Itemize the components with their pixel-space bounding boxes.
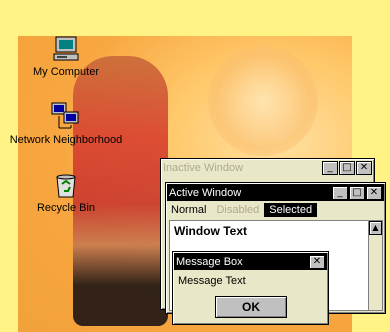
menu-item-disabled: Disabled (216, 204, 260, 216)
desktop-icon-network-neighborhood[interactable]: Network Neighborhood (2, 100, 130, 146)
maximize-button[interactable]: □ (349, 185, 365, 200)
inactive-window-titlebar[interactable]: Inactive Window _ □ ✕ (161, 159, 374, 176)
computer-icon (53, 36, 79, 61)
network-icon (51, 102, 79, 129)
wallpaper-face (208, 46, 318, 156)
desktop-icon-my-computer[interactable]: My Computer (28, 34, 104, 78)
maximize-button[interactable]: □ (339, 160, 355, 175)
close-button[interactable]: ✕ (356, 160, 372, 175)
scroll-up-icon[interactable]: ▲ (369, 221, 382, 235)
desktop-icon-label: My Computer (32, 66, 100, 78)
message-box[interactable]: Message Box ✕ Message Text OK (172, 251, 329, 325)
inactive-window-title: Inactive Window (163, 161, 244, 174)
close-button[interactable]: ✕ (309, 254, 325, 269)
message-text: Message Text (178, 275, 246, 287)
vertical-scrollbar[interactable]: ▲ (368, 220, 383, 311)
menu-bar: Normal Disabled Selected (166, 202, 385, 218)
minimize-button[interactable]: _ (322, 160, 338, 175)
desktop-icon-recycle-bin[interactable]: Recycle Bin (30, 170, 102, 214)
active-window-titlebar[interactable]: Active Window _ □ ✕ (167, 184, 384, 201)
message-box-title: Message Box (176, 255, 243, 268)
menu-item-normal[interactable]: Normal (166, 203, 211, 217)
window-text: Window Text (174, 224, 247, 238)
menu-item-selected[interactable]: Selected (264, 203, 318, 217)
active-window-title: Active Window (169, 186, 242, 199)
ok-button[interactable]: OK (215, 296, 287, 318)
desktop-icon-label: Recycle Bin (36, 202, 96, 214)
recycle-bin-icon (56, 174, 76, 198)
message-box-titlebar[interactable]: Message Box ✕ (174, 253, 327, 270)
close-button[interactable]: ✕ (366, 185, 382, 200)
desktop-icon-label: Network Neighborhood (9, 134, 123, 146)
minimize-button[interactable]: _ (332, 185, 348, 200)
